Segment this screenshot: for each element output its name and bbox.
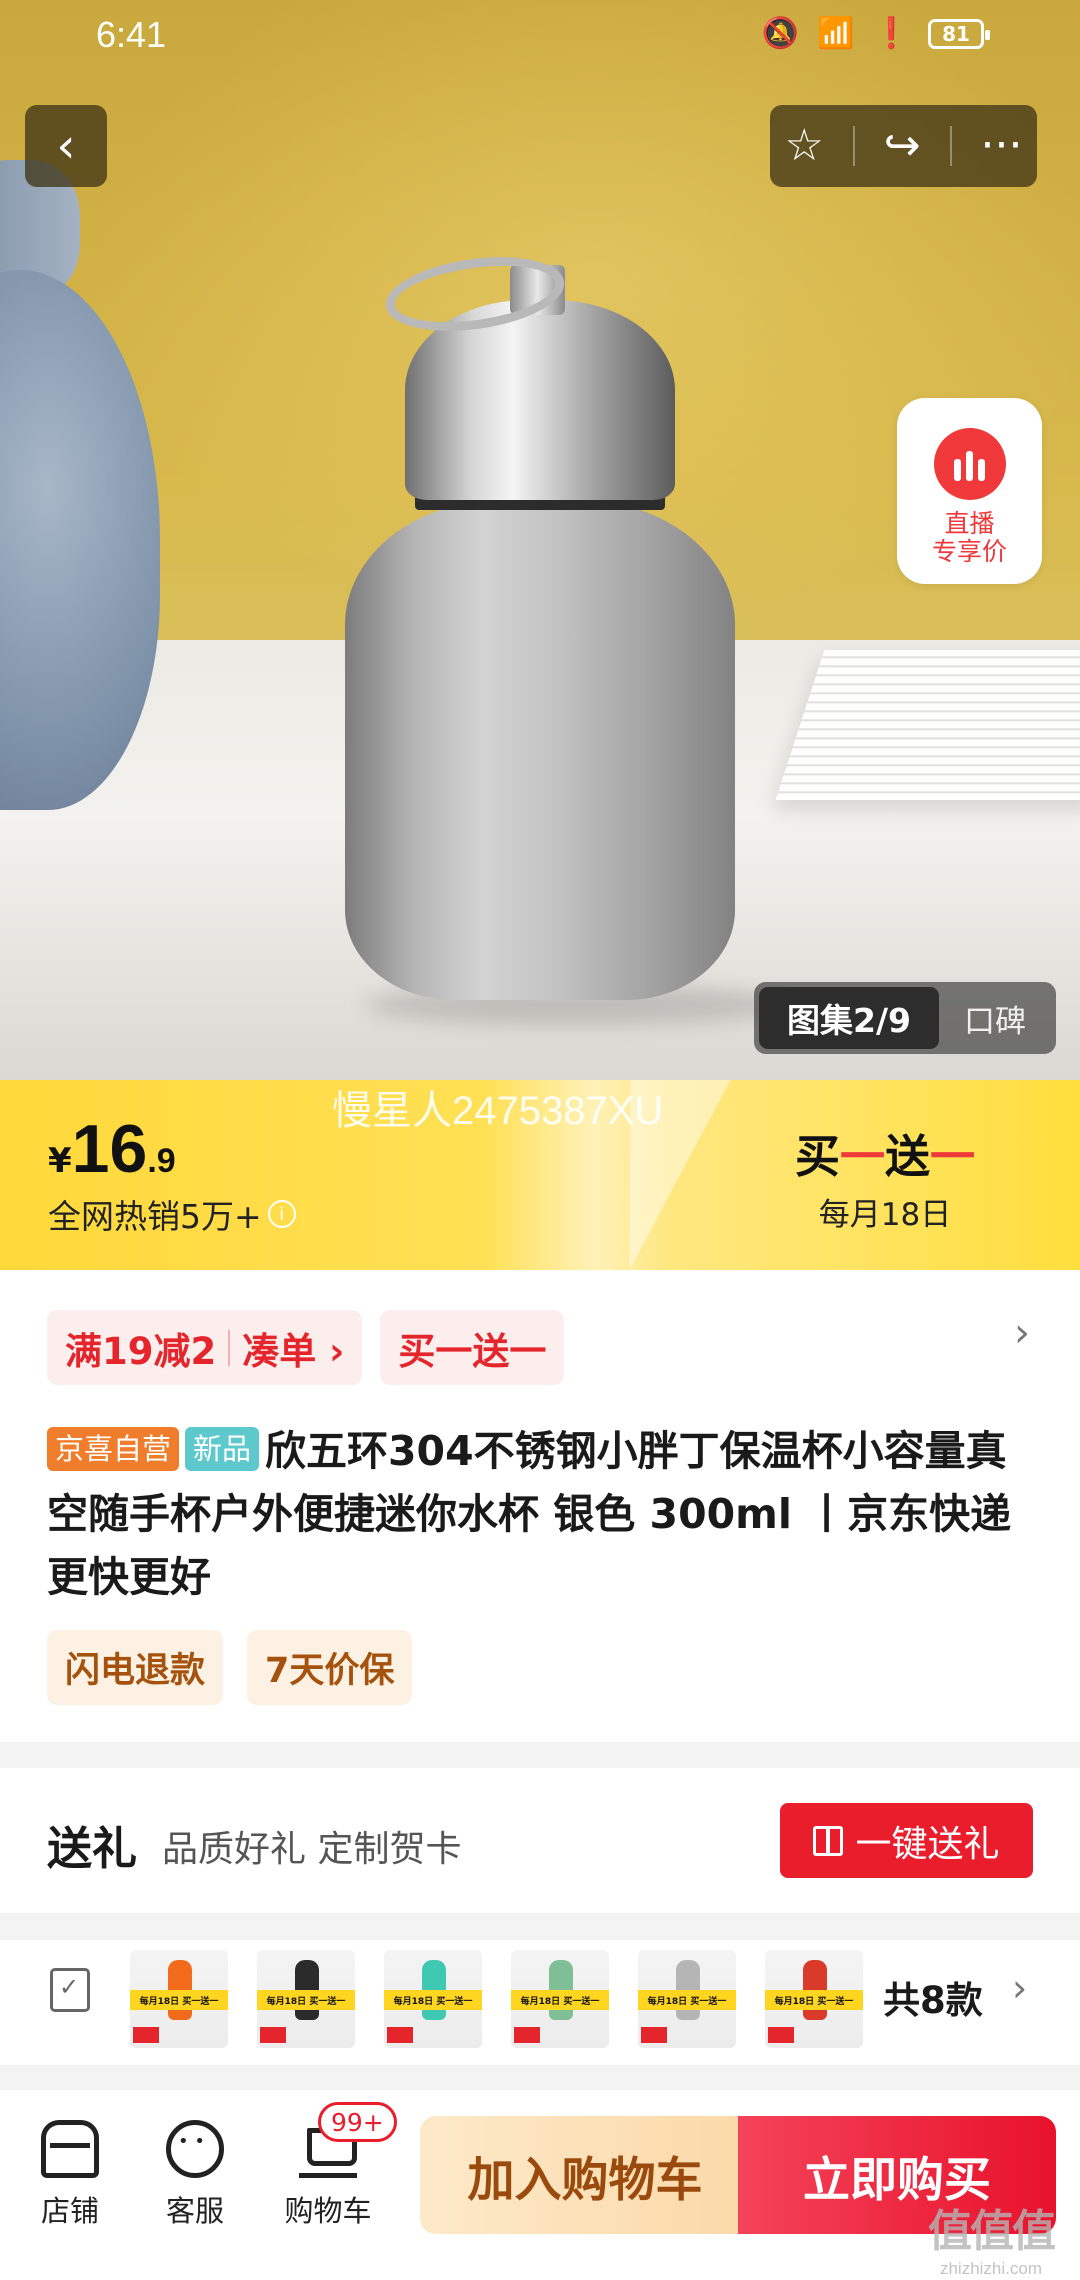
site-watermark-logo: 值值值 — [928, 2206, 1056, 2257]
price-decimal: .9 — [147, 1142, 176, 1180]
variant-badge — [387, 2027, 413, 2043]
variant-badge — [260, 2027, 286, 2043]
product-photo-bottle — [345, 246, 785, 1025]
chat-icon — [166, 2120, 224, 2178]
promo-chips: 满19减2 凑单 › 买一送一 — [47, 1310, 565, 1385]
price: ¥ 16 .9 — [48, 1110, 176, 1188]
variant-chevron-icon[interactable]: › — [1012, 1966, 1027, 2010]
variant-thumbnail[interactable]: 每月18日 买一送一 — [384, 1950, 482, 2048]
site-watermark: 值值值 zhizhizhi.com — [928, 2195, 1056, 2279]
gift-label: 送礼 — [47, 1822, 138, 1875]
add-to-cart-button[interactable]: 加入购物车 — [420, 2116, 750, 2234]
top-action-group: ☆ ↪ ··· — [770, 105, 1037, 187]
share-icon[interactable]: ↪ — [884, 124, 921, 168]
promo-dash-1: 一 — [840, 1130, 886, 1183]
back-button[interactable]: ‹ — [25, 105, 107, 187]
gift-icon — [813, 1825, 844, 1856]
alert-icon: ❗ — [872, 16, 910, 51]
store-icon — [41, 2120, 99, 2178]
bogo-chip-text: 买一送一 — [398, 1329, 547, 1373]
variant-badge — [641, 2027, 667, 2043]
battery-icon: 81 — [928, 18, 990, 49]
variant-thumb-text: 每月18日 买一送一 — [130, 1990, 228, 2010]
more-icon[interactable]: ··· — [981, 124, 1023, 168]
product-title: 京喜自营 新品 欣五环304不锈钢小胖丁保温杯小容量真空随手杯户外便捷迷你水杯 银色… — [47, 1420, 1037, 1609]
gift-section: 送礼 品质好礼 定制贺卡 一键送礼 — [0, 1768, 1080, 1913]
promo-dash-2: 一 — [930, 1130, 976, 1183]
variant-thumb-text: 每月18日 买一送一 — [384, 1990, 482, 2010]
price-integer: 16 — [71, 1111, 148, 1187]
price-banner: 慢星人2475387XU ¥ 16 .9 全网热销5万+ i 买一送一 每月18… — [0, 1080, 1080, 1270]
variant-badge — [133, 2027, 159, 2043]
service-tag-refund[interactable]: 闪电退款 — [47, 1630, 224, 1705]
gallery-tabs: 图集2/9 口碑 — [754, 982, 1056, 1054]
info-icon: i — [267, 1200, 296, 1228]
service-tags: 闪电退款 7天价保 — [47, 1630, 413, 1705]
book — [775, 650, 1080, 800]
nav-store[interactable]: 店铺 — [15, 2120, 125, 2230]
nav-service-label: 客服 — [165, 2194, 224, 2228]
add-on-link: 凑单 › — [242, 1329, 345, 1373]
live-badge-line2: 专享价 — [931, 536, 1007, 566]
live-icon — [933, 428, 1006, 500]
service-tag-price-protect[interactable]: 7天价保 — [247, 1630, 413, 1705]
variant-thumb-text: 每月18日 买一送一 — [765, 1990, 863, 2010]
live-badge-line1: 直播 — [944, 509, 995, 538]
one-click-gift-button[interactable]: 一键送礼 — [780, 1803, 1033, 1878]
cart-count-badge: 99+ — [318, 2102, 397, 2142]
live-price-badge[interactable]: 直播 专享价 — [897, 398, 1042, 584]
product-info-card: 满19减2 凑单 › 买一送一 › 京喜自营 新品 欣五环304不锈钢小胖丁保温杯小… — [0, 1270, 1080, 1742]
gift-button-label: 一键送礼 — [855, 1823, 1000, 1865]
user-watermark: 慢星人2475387XU — [332, 1089, 664, 1133]
promo-buy: 买 — [795, 1130, 841, 1183]
nav-cart-label: 购物车 — [284, 2194, 372, 2228]
discount-text: 满19减2 — [65, 1329, 217, 1373]
variant-selector[interactable]: 每月18日 买一送一 每月18日 买一送一 每月18日 买一送一 每月18日 买一送一… — [0, 1940, 1080, 2065]
sales-text: 全网热销5万+ — [48, 1197, 262, 1236]
variant-count: 共8款 — [883, 1979, 983, 2022]
variant-thumb-text: 每月18日 买一送一 — [511, 1990, 609, 2010]
promo-date: 每月18日 — [818, 1197, 952, 1233]
variant-badge — [514, 2027, 540, 2043]
nav-customer-service[interactable]: 客服 — [140, 2120, 250, 2230]
mute-icon: 🔕 — [761, 16, 800, 51]
compare-icon[interactable] — [50, 1968, 90, 2012]
currency-symbol: ¥ — [48, 1141, 72, 1181]
discount-chip[interactable]: 满19减2 凑单 › — [47, 1310, 363, 1385]
promo-more-chevron-icon[interactable]: › — [1014, 1310, 1030, 1356]
bogo-chip[interactable]: 买一送一 — [380, 1310, 565, 1385]
variant-thumbnail[interactable]: 每月18日 买一送一 — [638, 1950, 736, 2048]
gift-subtitle: 品质好礼 定制贺卡 — [162, 1829, 462, 1870]
status-time: 6:41 — [96, 14, 167, 55]
wifi-icon: 📶 — [817, 16, 855, 51]
variant-thumb-text: 每月18日 买一送一 — [638, 1990, 736, 2010]
bogo-promo: 买一送一 每月18日 — [795, 1120, 975, 1234]
variant-thumbnail[interactable]: 每月18日 买一送一 — [511, 1950, 609, 2048]
tab-reviews[interactable]: 口碑 — [939, 996, 1051, 1041]
bottom-action-bar: 店铺 客服 购物车 99+ 加入购物车 立即购买 — [0, 2090, 1080, 2280]
variant-thumbnail[interactable]: 每月18日 买一送一 — [130, 1950, 228, 2048]
sales-info[interactable]: 全网热销5万+ i — [48, 1190, 296, 1238]
nav-store-label: 店铺 — [40, 2194, 99, 2228]
site-watermark-domain: zhizhizhi.com — [939, 2259, 1043, 2278]
favorite-star-icon[interactable]: ☆ — [784, 124, 823, 168]
status-bar: 6:41 🔕 📶 ❗ 81 — [0, 0, 1080, 72]
self-operated-tag: 京喜自营 — [47, 1427, 180, 1471]
variant-thumbnail[interactable]: 每月18日 买一送一 — [765, 1950, 863, 2048]
variant-thumbnail[interactable]: 每月18日 买一送一 — [257, 1950, 355, 2048]
variant-thumb-text: 每月18日 买一送一 — [257, 1990, 355, 2010]
variant-badge — [768, 2027, 794, 2043]
new-tag: 新品 — [185, 1427, 260, 1471]
variant-thumbnails: 每月18日 买一送一 每月18日 买一送一 每月18日 买一送一 每月18日 买一送一… — [130, 1950, 863, 2048]
back-arrow-icon: ‹ — [56, 118, 76, 174]
promo-get: 送 — [885, 1130, 931, 1183]
tab-gallery[interactable]: 图集2/9 — [759, 987, 939, 1049]
